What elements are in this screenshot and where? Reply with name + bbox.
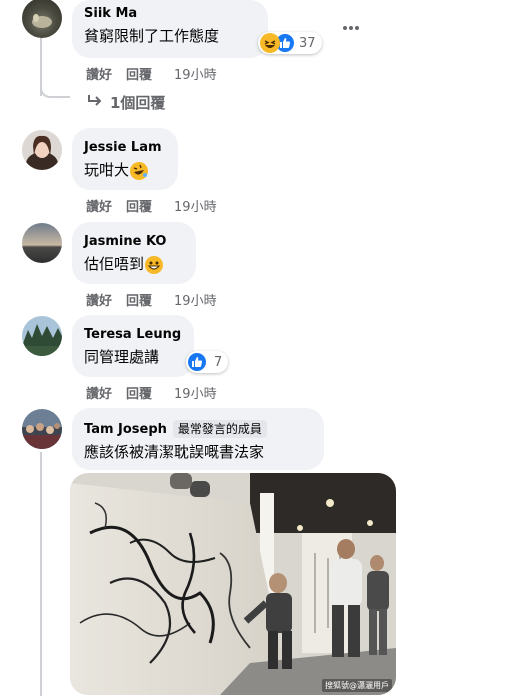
- more-options-icon[interactable]: [339, 16, 363, 40]
- comment-text: 應該係被清潔耽誤嘅書法家: [84, 443, 265, 461]
- like-button[interactable]: 讚好: [86, 290, 112, 309]
- like-reaction-icon: [188, 353, 206, 371]
- like-button[interactable]: 讚好: [86, 64, 112, 83]
- reaction-summary[interactable]: 37: [258, 32, 322, 54]
- reply-button[interactable]: 回覆: [126, 64, 152, 83]
- comment-author[interactable]: Jasmine KO: [84, 234, 184, 250]
- reply-arrow-icon: [86, 94, 104, 112]
- comment-author[interactable]: Siik Ma: [84, 6, 256, 22]
- comment-author[interactable]: Teresa Leung: [84, 327, 182, 343]
- comment-timestamp[interactable]: 19小時: [174, 196, 217, 215]
- comment-timestamp[interactable]: 19小時: [174, 383, 217, 402]
- rolling-laughing-emoji-icon: [130, 161, 149, 180]
- comment-bubble: Siik Ma 貧窮限制了工作態度: [72, 0, 268, 58]
- thread-connector: [40, 80, 70, 98]
- comment-timestamp[interactable]: 19小時: [174, 290, 217, 309]
- avatar-image: [32, 14, 52, 28]
- reaction-summary[interactable]: 7: [186, 351, 229, 373]
- comment-timestamp[interactable]: 19小時: [174, 64, 217, 83]
- comment-bubble: Tam Joseph 最常發言的成員 應該係被清潔耽誤嘅書法家: [72, 408, 324, 470]
- calligraphy-scene-image: [70, 473, 396, 695]
- comment-bubble: Teresa Leung 同管理處講: [72, 315, 194, 377]
- replies-count-label: 1個回覆: [110, 94, 166, 112]
- comment-author-name[interactable]: Tam Joseph: [84, 422, 167, 437]
- comment-bubble: Jessie Lam 玩咁大: [72, 128, 178, 190]
- laughing-emoji-icon: [260, 33, 280, 53]
- comment-actions: 讚好 回覆 19小時: [86, 383, 231, 402]
- comment-attached-photo[interactable]: 搜狐號@瀟灑用戶: [70, 473, 396, 695]
- comment-actions: 讚好 回覆 19小時: [86, 196, 231, 215]
- comment-author[interactable]: Jessie Lam: [84, 140, 166, 156]
- avatar[interactable]: [22, 223, 62, 263]
- comment-text: 玩咁大: [84, 159, 166, 181]
- avatar-image: [22, 316, 62, 356]
- reaction-count: 37: [299, 35, 316, 51]
- avatar[interactable]: [22, 409, 62, 449]
- avatar[interactable]: [22, 316, 62, 356]
- comment-text: 同管理處講: [84, 348, 160, 366]
- comment-text-body: 估佢唔到: [84, 255, 145, 273]
- like-button[interactable]: 讚好: [86, 196, 112, 215]
- comment-bubble: Jasmine KO 估佢唔到: [72, 222, 196, 284]
- avatar-image: [22, 130, 62, 170]
- top-contributor-badge: 最常發言的成員: [172, 420, 267, 438]
- comment-text: 估佢唔到: [84, 253, 184, 275]
- comment-text: 貧窮限制了工作態度: [84, 27, 220, 45]
- thread-line: [40, 452, 42, 696]
- avatar-image: [22, 223, 62, 263]
- view-replies-link[interactable]: 1個回覆: [86, 92, 165, 113]
- comment-actions: 讚好 回覆 19小時: [86, 290, 231, 309]
- reply-button[interactable]: 回覆: [126, 290, 152, 309]
- grinning-emoji-icon: [145, 255, 164, 274]
- image-watermark: 搜狐號@瀟灑用戶: [322, 679, 392, 692]
- comment-author: Tam Joseph 最常發言的成員: [84, 420, 312, 438]
- like-button[interactable]: 讚好: [86, 383, 112, 402]
- reaction-count: 7: [214, 354, 223, 370]
- avatar[interactable]: [22, 0, 62, 38]
- avatar[interactable]: [22, 130, 62, 170]
- avatar-image: [22, 409, 62, 449]
- comment-actions: 讚好 回覆 19小時: [86, 64, 231, 83]
- comment-text-body: 玩咁大: [84, 161, 130, 179]
- reply-button[interactable]: 回覆: [126, 196, 152, 215]
- reply-button[interactable]: 回覆: [126, 383, 152, 402]
